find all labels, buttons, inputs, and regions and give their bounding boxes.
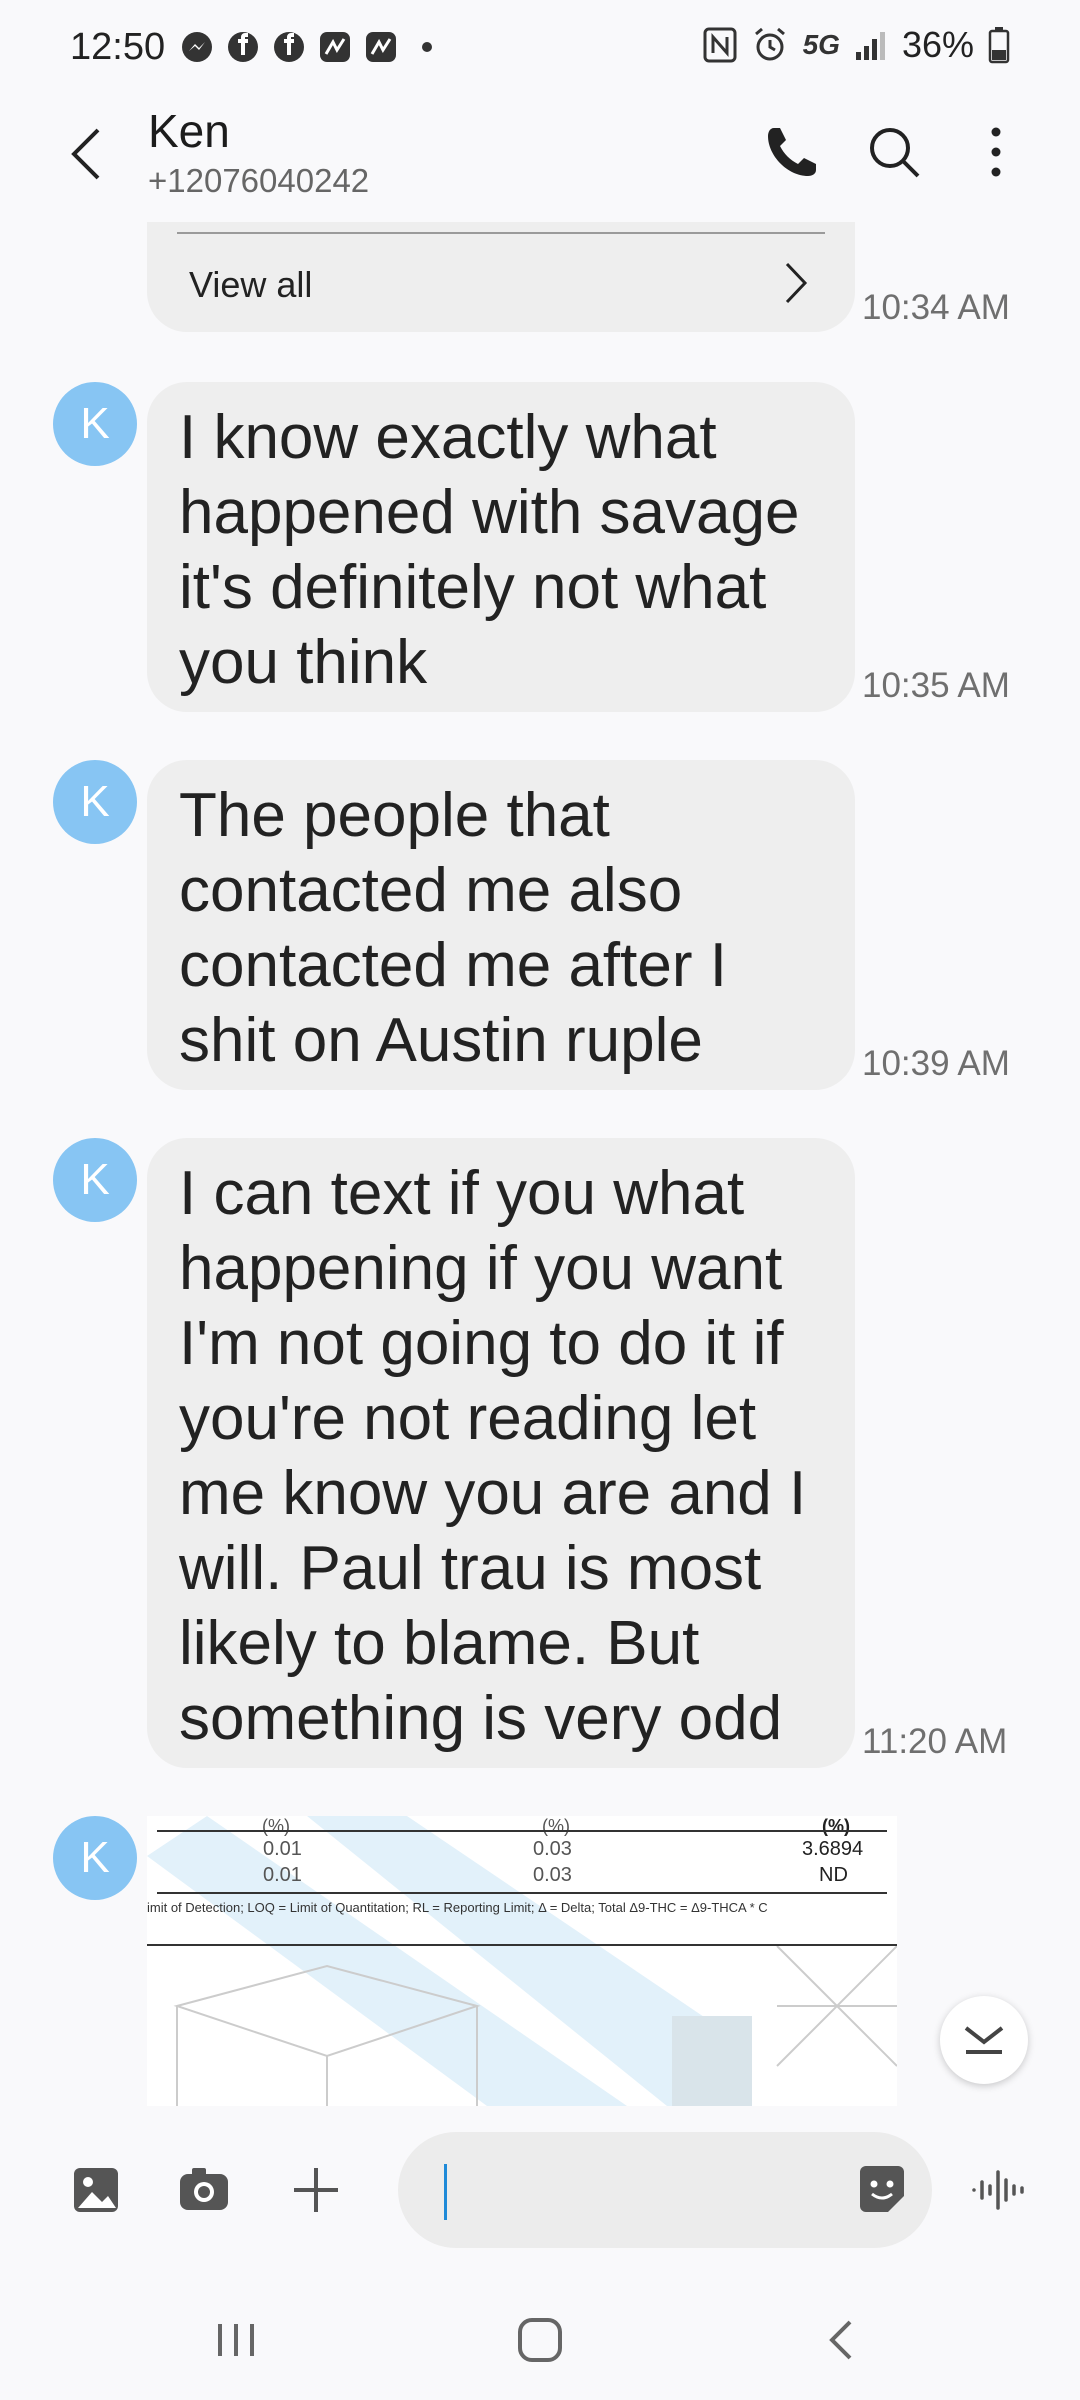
contact-name[interactable]: Ken (148, 104, 230, 158)
contact-number: +12076040242 (148, 162, 370, 199)
attachment-header-unit: (%) (822, 1816, 850, 1836)
attachment-cell: 0.03 (533, 1864, 572, 1886)
scroll-to-bottom-button[interactable] (940, 1996, 1028, 2084)
nfc-icon (703, 27, 737, 63)
sticker-icon[interactable] (854, 2162, 910, 2218)
status-right: 5G 36% (703, 24, 1010, 66)
app-notification-icon (366, 32, 396, 62)
home-icon[interactable] (510, 2310, 570, 2370)
view-all-label: View all (189, 264, 313, 305)
back-arrow-icon[interactable] (58, 114, 118, 194)
attachment-cell: 3.6894 (802, 1838, 864, 1860)
message-bubble[interactable]: I can text if you what happening if you … (147, 1138, 855, 1768)
facebook-icon (228, 32, 258, 62)
divider (157, 1892, 887, 1894)
status-bar: 12:50 5G 36% (0, 0, 1080, 96)
notification-icons (180, 30, 444, 64)
status-time: 12:50 (70, 26, 166, 68)
divider (147, 1944, 897, 1946)
composer (0, 2120, 1080, 2260)
more-options-icon[interactable] (964, 120, 1028, 184)
avatar[interactable]: K (53, 1816, 137, 1900)
attachment-cell: 0.01 (263, 1864, 302, 1886)
phone-icon[interactable] (760, 120, 824, 184)
search-icon[interactable] (862, 120, 926, 184)
back-nav-icon[interactable] (812, 2310, 872, 2370)
message-time: 10:34 AM (862, 288, 1010, 327)
message-input[interactable] (398, 2132, 932, 2248)
attachment-cell: ND (819, 1864, 848, 1886)
conversation-header: Ken +12076040242 (0, 96, 1080, 218)
attachment-footnote: imit of Detection; LOQ = Limit of Quanti… (147, 1900, 768, 1915)
attachment-header-unit: (%) (262, 1816, 290, 1836)
camera-icon[interactable] (172, 2158, 236, 2222)
attachment-cell: 0.01 (263, 1838, 302, 1860)
message-time: 10:35 AM (862, 666, 1010, 705)
voice-input-icon[interactable] (966, 2158, 1030, 2222)
recent-apps-icon[interactable] (206, 2310, 266, 2370)
battery-percent: 36% (901, 24, 974, 65)
avatar[interactable]: K (53, 382, 137, 466)
alarm-icon (754, 27, 785, 61)
chevron-right-icon (785, 262, 808, 304)
divider (157, 1830, 887, 1832)
avatar[interactable]: K (53, 1138, 137, 1222)
avatar[interactable]: K (53, 760, 137, 844)
message-time: 11:20 AM (862, 1722, 1008, 1761)
attachment-header-unit: (%) (542, 1816, 570, 1836)
signal-icon (855, 32, 885, 60)
text-caret (444, 2164, 447, 2220)
system-navigation-bar (0, 2280, 1080, 2400)
message-bubble[interactable]: I know exactly what happened with savage… (147, 382, 855, 712)
attachment-background-graphic (147, 1816, 897, 2106)
image-attachment[interactable]: (%) (%) (%) 0.01 0.03 3.6894 0.01 0.03 N… (147, 1816, 897, 2106)
chevron-down-icon (964, 2026, 1004, 2054)
plus-icon[interactable] (284, 2158, 348, 2222)
message-bubble[interactable]: The people that contacted me also contac… (147, 760, 855, 1090)
network-type: 5G (802, 29, 840, 60)
message-time: 10:39 AM (862, 1044, 1010, 1083)
messenger-icon (182, 32, 212, 62)
app-notification-icon (320, 32, 350, 62)
facebook-icon (274, 32, 304, 62)
more-notifications-dot-icon (422, 42, 432, 52)
battery-icon (988, 27, 1010, 64)
gallery-icon[interactable] (64, 2158, 128, 2222)
divider (177, 232, 825, 234)
attachment-cell: 0.03 (533, 1838, 572, 1860)
view-all-card[interactable]: View all (147, 222, 855, 332)
